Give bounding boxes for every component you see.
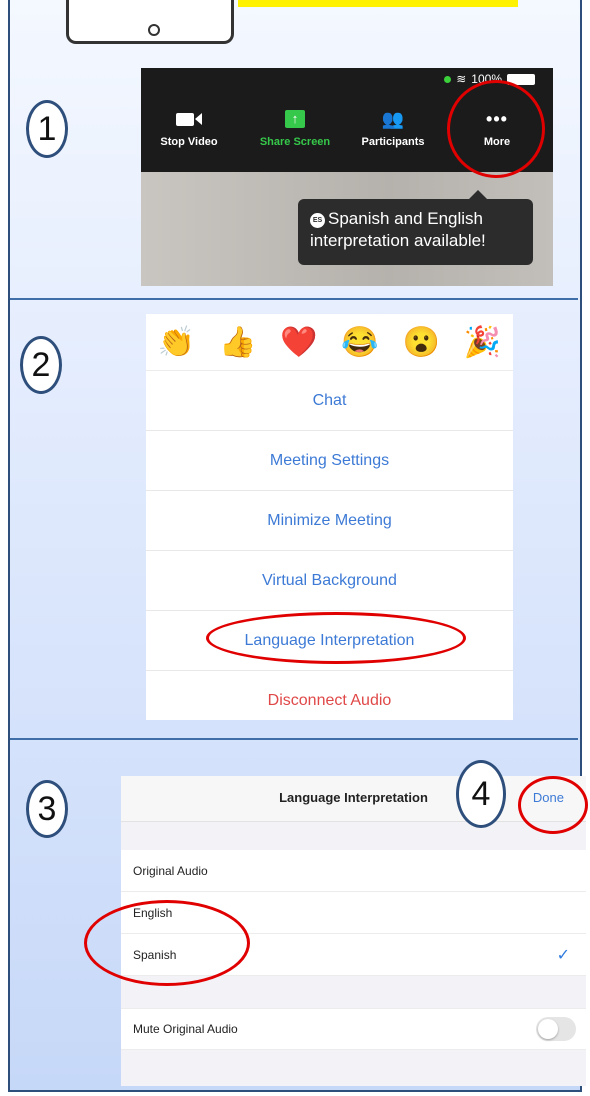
section-divider-2 <box>10 738 578 740</box>
step-4-badge: 4 <box>456 760 506 828</box>
menu-item-virtual-background[interactable]: Virtual Background <box>146 551 513 611</box>
clap-reaction-icon[interactable]: 👏 <box>158 325 195 360</box>
mic-indicator-dot <box>444 75 452 83</box>
reactions-bar: 👏 👍 ❤️ 😂 😮 🎉 <box>146 314 513 371</box>
surprised-reaction-icon[interactable]: 😮 <box>403 325 440 360</box>
tada-reaction-icon[interactable]: 🎉 <box>464 325 501 360</box>
menu-item-disconnect-audio[interactable]: Disconnect Audio <box>146 671 513 730</box>
heart-reaction-icon[interactable]: ❤️ <box>280 325 317 360</box>
more-menu: 👏 👍 ❤️ 😂 😮 🎉 Chat Meeting Settings Minim… <box>146 314 513 720</box>
more-button[interactable]: ••• More <box>459 108 535 148</box>
stop-video-button[interactable]: Stop Video <box>149 108 229 148</box>
menu-item-language-interpretation[interactable]: Language Interpretation <box>146 611 513 671</box>
step-1-badge: 1 <box>26 100 68 158</box>
title-highlight-bar <box>238 0 518 7</box>
step-2-badge: 2 <box>20 336 62 394</box>
joy-reaction-icon[interactable]: 😂 <box>341 325 378 360</box>
option-original-audio[interactable]: Original Audio <box>121 850 586 892</box>
step-3-badge: 3 <box>26 780 68 838</box>
share-screen-icon: ↑ <box>285 110 305 128</box>
done-button[interactable]: Done <box>533 790 564 805</box>
zoom-meeting-screenshot: ≋ 100% Stop Video ↑ Share Screen 👥 Parti… <box>141 68 553 286</box>
battery-icon <box>507 73 535 85</box>
participants-button[interactable]: 👥 Participants <box>349 108 437 149</box>
menu-item-meeting-settings[interactable]: Meeting Settings <box>146 431 513 491</box>
participants-icon: 👥 <box>381 108 405 129</box>
option-spanish[interactable]: Spanish ✓ <box>121 934 586 976</box>
section-divider-1 <box>10 298 578 300</box>
menu-item-chat[interactable]: Chat <box>146 371 513 431</box>
interpretation-available-tooltip: ES Spanish and English interpretation ava… <box>298 190 533 265</box>
mute-original-audio-toggle[interactable] <box>536 1017 576 1041</box>
menu-item-minimize-meeting[interactable]: Minimize Meeting <box>146 491 513 551</box>
checkmark-icon: ✓ <box>556 946 570 964</box>
mute-original-audio-row: Mute Original Audio <box>121 1008 586 1050</box>
video-camera-icon <box>176 112 194 126</box>
thumbs-up-reaction-icon[interactable]: 👍 <box>219 325 256 360</box>
option-english[interactable]: English <box>121 892 586 934</box>
language-interpretation-panel: Language Interpretation Done Original Au… <box>121 776 586 1086</box>
share-screen-button[interactable]: ↑ Share Screen <box>247 108 343 148</box>
battery-percent: 100% <box>471 72 502 86</box>
es-language-icon: ES <box>310 213 325 228</box>
wifi-icon: ≋ <box>456 72 467 86</box>
status-bar: ≋ 100% <box>444 72 535 86</box>
panel-header: Language Interpretation Done <box>121 776 586 822</box>
more-dots-icon: ••• <box>486 109 508 129</box>
tablet-icon <box>66 0 234 44</box>
panel-title: Language Interpretation <box>279 790 428 805</box>
